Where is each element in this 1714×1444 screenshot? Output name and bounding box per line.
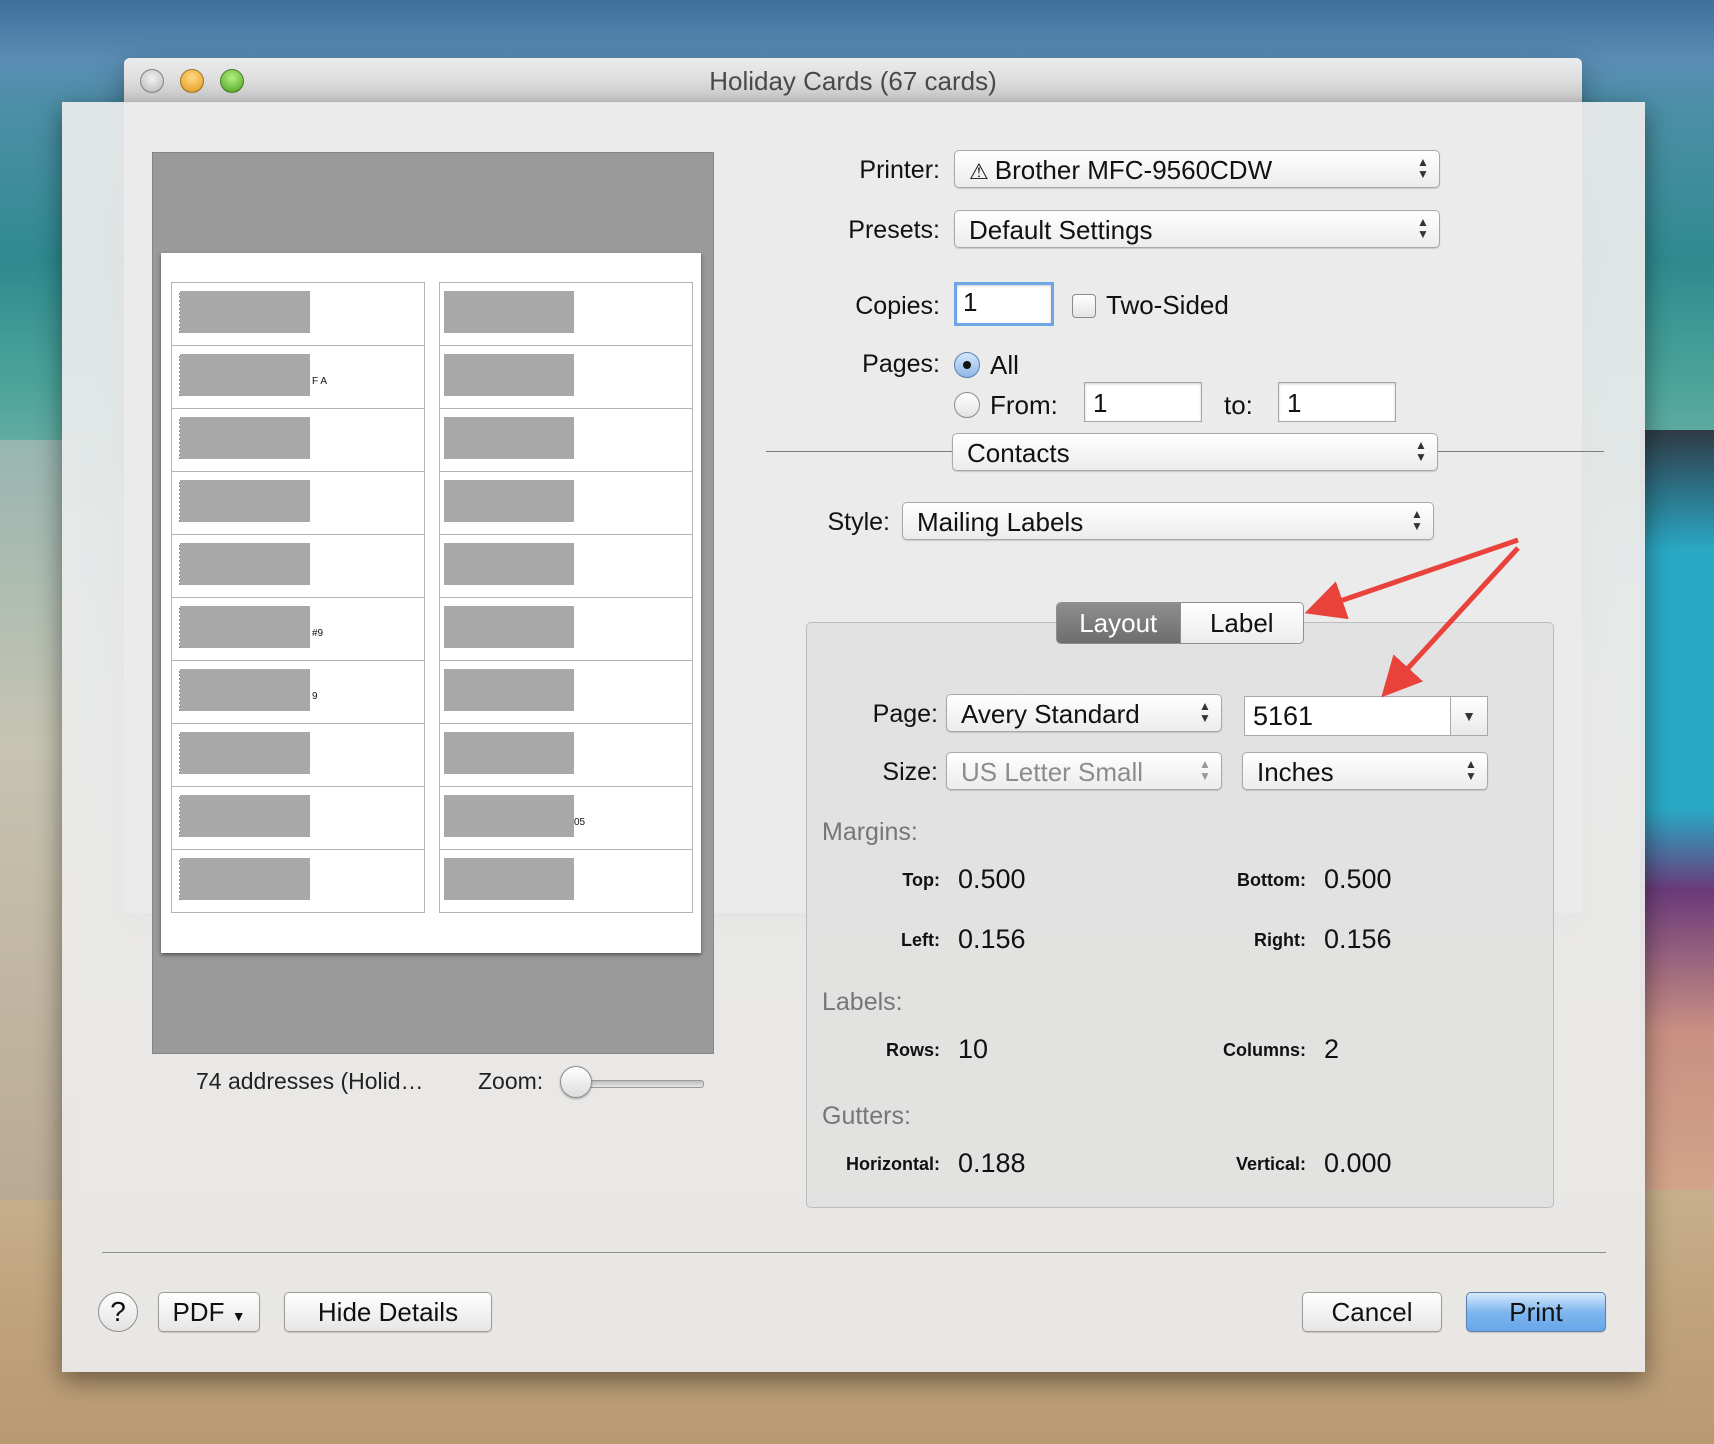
tab-layout[interactable]: Layout [1057, 603, 1180, 643]
annotation-arrows [1304, 537, 1520, 698]
annotation-arrow-to-label-tab [1304, 537, 1519, 620]
annotation-arrow-to-code-combobox [1381, 546, 1520, 698]
tab-label[interactable]: Label [1179, 603, 1303, 643]
layout-label-tabs: Layout Label [1056, 602, 1304, 644]
